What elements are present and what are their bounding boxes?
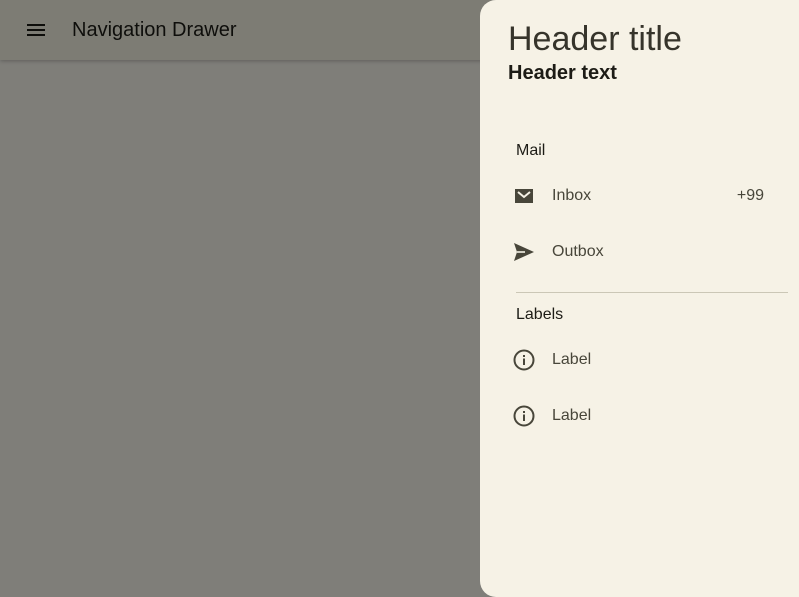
send-icon <box>512 240 536 264</box>
nav-item-label: Inbox <box>552 187 592 204</box>
nav-item-inbox[interactable]: Inbox +99 <box>508 172 772 220</box>
nav-item-label-2[interactable]: Label <box>508 392 772 440</box>
nav-item-label: Label <box>552 407 592 424</box>
drawer-header-text: Header text <box>508 62 617 84</box>
mail-icon <box>512 184 536 208</box>
nav-item-outbox[interactable]: Outbox <box>508 228 772 276</box>
section-label-labels: Labels <box>516 306 564 323</box>
section-divider <box>516 292 788 293</box>
nav-item-label: Outbox <box>552 243 604 260</box>
app-window: Navigation Drawer Header title Header te… <box>0 0 799 597</box>
drawer-header-title: Header title <box>508 20 682 58</box>
nav-item-label: Label <box>552 351 592 368</box>
navigation-drawer: Header title Header text Mail Inbox +99 … <box>480 0 799 597</box>
badge-count: +99 <box>736 187 764 204</box>
info-icon <box>512 404 536 428</box>
info-icon <box>512 348 536 372</box>
section-label-mail: Mail <box>516 142 546 159</box>
nav-item-label-1[interactable]: Label <box>508 336 772 384</box>
